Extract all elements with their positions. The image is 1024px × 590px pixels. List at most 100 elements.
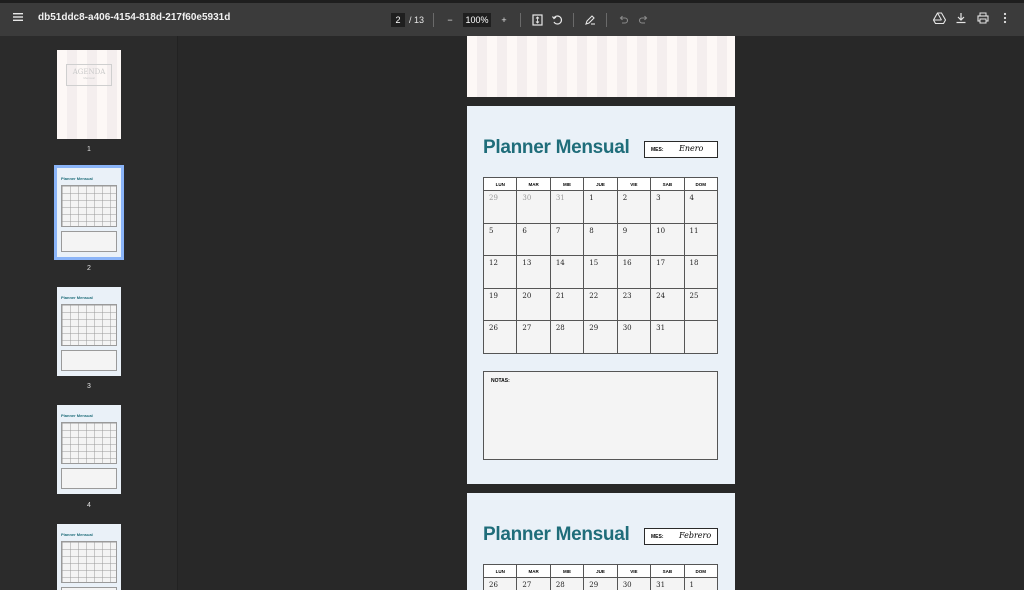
calendar-day-cell: 30	[616, 577, 652, 590]
cover-title: AGENDA	[72, 68, 106, 76]
toolbar-divider	[573, 13, 575, 27]
more-options-icon[interactable]	[998, 11, 1012, 25]
thumbnail-page-3[interactable]: Planner Mensual	[57, 287, 121, 376]
print-icon[interactable]	[976, 11, 990, 25]
calendar-day-cell: 28	[549, 320, 585, 354]
calendar-day-cell: 29	[583, 320, 618, 354]
annotate-pen-icon[interactable]	[583, 13, 597, 27]
calendar-day-cell: 13	[516, 255, 551, 289]
weekday-header: MIE	[549, 177, 585, 191]
calendar-day-cell: 31	[549, 190, 585, 224]
calendar-week-row: 26 27 28 29 30 31	[482, 320, 719, 354]
calendar-day-cell: 15	[583, 255, 618, 289]
calendar-day-cell: 23	[616, 287, 652, 321]
redo-icon[interactable]	[636, 13, 650, 27]
thumbnail-calendar-grid	[61, 304, 117, 346]
calendar-day-cell: 26	[482, 320, 518, 354]
calendar-day-cell: 31	[650, 577, 685, 590]
weekday-header-row: LUN MAR MIE JUE VIE SAB DOM	[482, 564, 719, 578]
rotate-icon[interactable]	[550, 13, 564, 27]
undo-icon[interactable]	[616, 13, 630, 27]
calendar-day-cell: 8	[583, 222, 618, 256]
zoom-input[interactable]: 100%	[463, 13, 492, 27]
calendar-day-cell: 30	[616, 320, 652, 354]
thumbnail-notes-box	[61, 231, 117, 252]
calendar-day-cell: 1	[683, 577, 719, 590]
menu-icon[interactable]	[12, 11, 26, 25]
calendar-grid: LUN MAR MIE JUE VIE SAB DOM 29 30 31 1 2 3 4 5 6 7 8 9 10 11…	[482, 177, 719, 354]
fit-page-icon[interactable]	[530, 13, 544, 27]
thumbnail-number: 1	[87, 146, 91, 153]
thumbnail-notes-box	[61, 468, 117, 489]
thumbnail-calendar-grid	[61, 541, 117, 583]
month-value: Febrero	[679, 531, 712, 540]
weekday-header: JUE	[583, 177, 618, 191]
thumbnail-page-5[interactable]: Planner Mensual	[57, 524, 121, 590]
document-viewer[interactable]: Planner Mensual MES: Enero LUN MAR MIE JUE V…	[179, 36, 1024, 590]
document-title: db51ddc8-a406-4154-818d-217f60e5931d	[38, 12, 231, 23]
thumbnail-calendar-grid	[61, 422, 117, 464]
calendar-day-cell: 11	[683, 222, 719, 256]
thumbnail-page-1[interactable]: AGENDA Mensual	[57, 50, 121, 139]
calendar-day-cell: 6	[516, 222, 551, 256]
planner-title: Planner Mensual	[483, 524, 630, 545]
month-field[interactable]: MES: Febrero	[644, 528, 718, 545]
notes-box[interactable]: NOTAS:	[483, 371, 718, 460]
weekday-header: VIE	[616, 564, 652, 578]
cover-title-frame: AGENDA Mensual	[66, 64, 112, 86]
calendar-day-cell: 5	[482, 222, 518, 256]
weekday-header: DOM	[683, 177, 719, 191]
weekday-header: DOM	[683, 564, 719, 578]
zoom-out-button[interactable]: −	[443, 13, 457, 27]
calendar-day-cell: 17	[650, 255, 685, 289]
weekday-header: JUE	[583, 564, 618, 578]
weekday-header: LUN	[482, 177, 518, 191]
zoom-in-button[interactable]: +	[497, 13, 511, 27]
thumbnail-number: 3	[87, 383, 91, 390]
page-controls: 2 / 13 − 100% +	[391, 11, 650, 29]
planner-title: Planner Mensual	[483, 137, 630, 158]
calendar-week-row: 26 27 28 29 30 31 1	[482, 577, 719, 590]
thumbnail-planner-title: Planner Mensual	[61, 532, 93, 537]
weekday-header: VIE	[616, 177, 652, 191]
calendar-day-cell: 3	[650, 190, 685, 224]
download-icon[interactable]	[954, 11, 968, 25]
calendar-day-cell: 26	[482, 577, 518, 590]
calendar-day-cell	[683, 320, 719, 354]
month-label: MES:	[651, 147, 664, 153]
calendar-day-cell: 29	[482, 190, 518, 224]
thumbnail-sidebar[interactable]: AGENDA Mensual 1 Planner Mensual 2 Plann…	[0, 36, 178, 590]
thumbnail-calendar-grid	[61, 185, 117, 227]
thumbnail-page-4[interactable]: Planner Mensual	[57, 405, 121, 494]
calendar-day-cell: 24	[650, 287, 685, 321]
month-field[interactable]: MES: Enero	[644, 141, 718, 158]
thumbnail-number: 2	[87, 265, 91, 272]
calendar-day-cell: 14	[549, 255, 585, 289]
cover-subtitle: Mensual	[83, 76, 95, 80]
notes-label: NOTAS:	[491, 378, 510, 384]
calendar-day-cell: 12	[482, 255, 518, 289]
weekday-header-row: LUN MAR MIE JUE VIE SAB DOM	[482, 177, 719, 191]
thumbnail-planner-title: Planner Mensual	[61, 176, 93, 181]
thumbnail-page-2[interactable]: Planner Mensual	[54, 165, 124, 260]
page-2: Planner Mensual MES: Enero LUN MAR MIE JUE V…	[467, 106, 735, 484]
calendar-day-cell: 29	[583, 577, 618, 590]
calendar-day-cell: 31	[650, 320, 685, 354]
calendar-day-cell: 2	[616, 190, 652, 224]
calendar-day-cell: 19	[482, 287, 518, 321]
calendar-day-cell: 7	[549, 222, 585, 256]
thumbnail-planner-title: Planner Mensual	[61, 295, 93, 300]
drive-icon[interactable]	[932, 11, 946, 25]
pdf-toolbar: db51ddc8-a406-4154-818d-217f60e5931d 2 /…	[0, 0, 1024, 36]
page-number-input[interactable]: 2	[391, 13, 405, 27]
weekday-header: SAB	[650, 564, 685, 578]
calendar-week-row: 12 13 14 15 16 17 18	[482, 255, 719, 289]
calendar-day-cell: 22	[583, 287, 618, 321]
page-total: / 13	[409, 15, 425, 25]
calendar-day-cell: 20	[516, 287, 551, 321]
weekday-header: MIE	[549, 564, 585, 578]
thumbnail-number: 4	[87, 502, 91, 509]
toolbar-divider	[520, 13, 522, 27]
page-1	[467, 36, 735, 97]
weekday-header: MAR	[516, 564, 551, 578]
